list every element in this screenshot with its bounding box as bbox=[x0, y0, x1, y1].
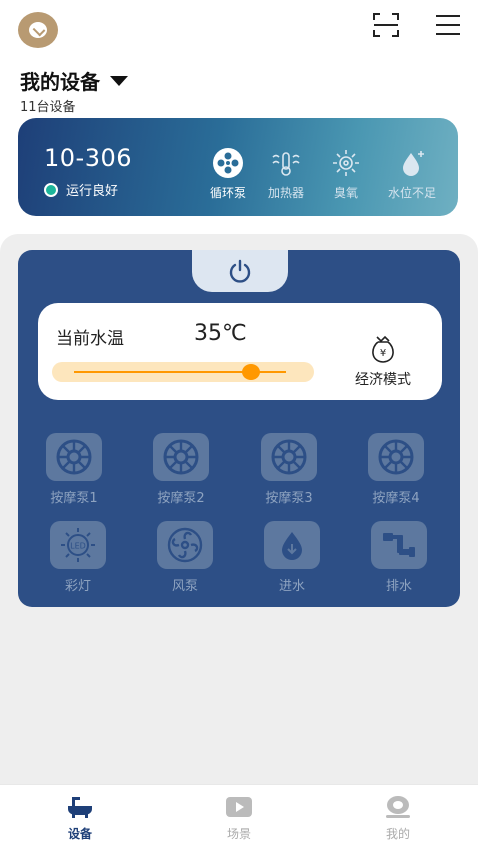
nav-label: 设备 bbox=[67, 827, 92, 841]
device-card[interactable]: 10-306 运行良好 循环泵 加热器 臭氧 水位不足 bbox=[18, 118, 458, 216]
water-level-icon bbox=[403, 151, 424, 176]
water-inlet-button[interactable]: 进水 bbox=[252, 521, 332, 594]
status-dot-icon bbox=[44, 182, 58, 197]
control-label: 进水 bbox=[278, 579, 305, 594]
nav-scenes[interactable]: 场景 bbox=[199, 795, 279, 842]
control-label: 排水 bbox=[385, 579, 412, 594]
air-pump-icon bbox=[167, 527, 203, 563]
nav-profile[interactable]: 我的 bbox=[358, 795, 438, 842]
massage-pump-2-button[interactable]: 按摩泵2 bbox=[141, 433, 221, 506]
menu-icon[interactable] bbox=[434, 12, 462, 38]
massage-pump-1-button[interactable]: 按摩泵1 bbox=[34, 433, 114, 506]
devices-title: 我的设备 bbox=[20, 70, 100, 94]
power-icon bbox=[229, 259, 251, 283]
brand-logo bbox=[18, 12, 58, 48]
device-id: 10-306 bbox=[44, 144, 133, 172]
heater-icon bbox=[272, 152, 300, 176]
play-icon bbox=[226, 797, 252, 817]
temperature-slider[interactable] bbox=[52, 362, 314, 382]
svg-text:LED: LED bbox=[70, 542, 86, 551]
feature-water-level: 水位不足 bbox=[382, 146, 442, 201]
caret-down-icon bbox=[110, 75, 128, 86]
power-button[interactable] bbox=[192, 250, 288, 292]
drain-button[interactable]: 排水 bbox=[359, 521, 439, 594]
led-light-icon: LED bbox=[61, 528, 95, 562]
temperature-value: 35℃ bbox=[194, 321, 247, 346]
control-label: 风泵 bbox=[171, 579, 198, 594]
profile-icon bbox=[386, 796, 410, 818]
massage-pump-4-button[interactable]: 按摩泵4 bbox=[356, 433, 436, 506]
eco-mode-label: 经济模式 bbox=[355, 372, 411, 388]
feature-circulation-pump: 循环泵 bbox=[198, 146, 258, 201]
control-label: 按摩泵3 bbox=[265, 491, 313, 506]
slider-thumb[interactable] bbox=[242, 364, 260, 380]
temperature-label: 当前水温 bbox=[56, 329, 124, 349]
bottom-nav: 设备 场景 我的 bbox=[0, 784, 478, 850]
feature-heater: 加热器 bbox=[256, 146, 316, 201]
device-selector[interactable]: 我的设备 bbox=[20, 66, 128, 95]
device-count: 11台设备 bbox=[20, 100, 76, 115]
fan-icon bbox=[213, 148, 243, 178]
temperature-card: 当前水温 35℃ ¥ 经济模式 bbox=[38, 303, 442, 400]
scan-icon[interactable] bbox=[372, 12, 400, 38]
feature-label: 加热器 bbox=[267, 186, 304, 200]
feature-ozone: 臭氧 bbox=[316, 146, 376, 201]
nav-devices[interactable]: 设备 bbox=[40, 795, 120, 842]
water-inlet-icon bbox=[282, 532, 302, 560]
control-label: 按摩泵2 bbox=[157, 491, 205, 506]
drain-icon bbox=[383, 533, 415, 557]
nav-label: 我的 bbox=[385, 827, 410, 841]
massage-pump-icon bbox=[163, 439, 199, 475]
feature-label: 循环泵 bbox=[209, 186, 246, 200]
air-pump-button[interactable]: 风泵 bbox=[145, 521, 225, 594]
ozone-icon bbox=[333, 150, 359, 176]
control-panel: 当前水温 35℃ ¥ 经济模式 按摩泵1 按摩泵2 按摩泵3 按摩泵4 LED … bbox=[18, 250, 460, 607]
money-bag-icon: ¥ bbox=[372, 335, 394, 363]
massage-pump-3-button[interactable]: 按摩泵3 bbox=[249, 433, 329, 506]
massage-pump-icon bbox=[378, 439, 414, 475]
massage-pump-icon bbox=[271, 439, 307, 475]
top-bar bbox=[0, 0, 478, 60]
control-label: 彩灯 bbox=[64, 579, 91, 594]
feature-label: 水位不足 bbox=[387, 186, 436, 200]
svg-text:¥: ¥ bbox=[380, 348, 386, 359]
status-text: 运行良好 bbox=[66, 184, 119, 199]
led-light-button[interactable]: LED 彩灯 bbox=[38, 521, 118, 594]
device-status: 运行良好 bbox=[44, 180, 118, 199]
eco-mode-button[interactable]: ¥ 经济模式 bbox=[343, 333, 423, 389]
massage-pump-icon bbox=[56, 439, 92, 475]
feature-label: 臭氧 bbox=[333, 186, 358, 200]
control-label: 按摩泵4 bbox=[372, 491, 420, 506]
control-label: 按摩泵1 bbox=[50, 491, 98, 506]
nav-label: 场景 bbox=[226, 827, 251, 841]
bathtub-icon bbox=[68, 797, 92, 818]
